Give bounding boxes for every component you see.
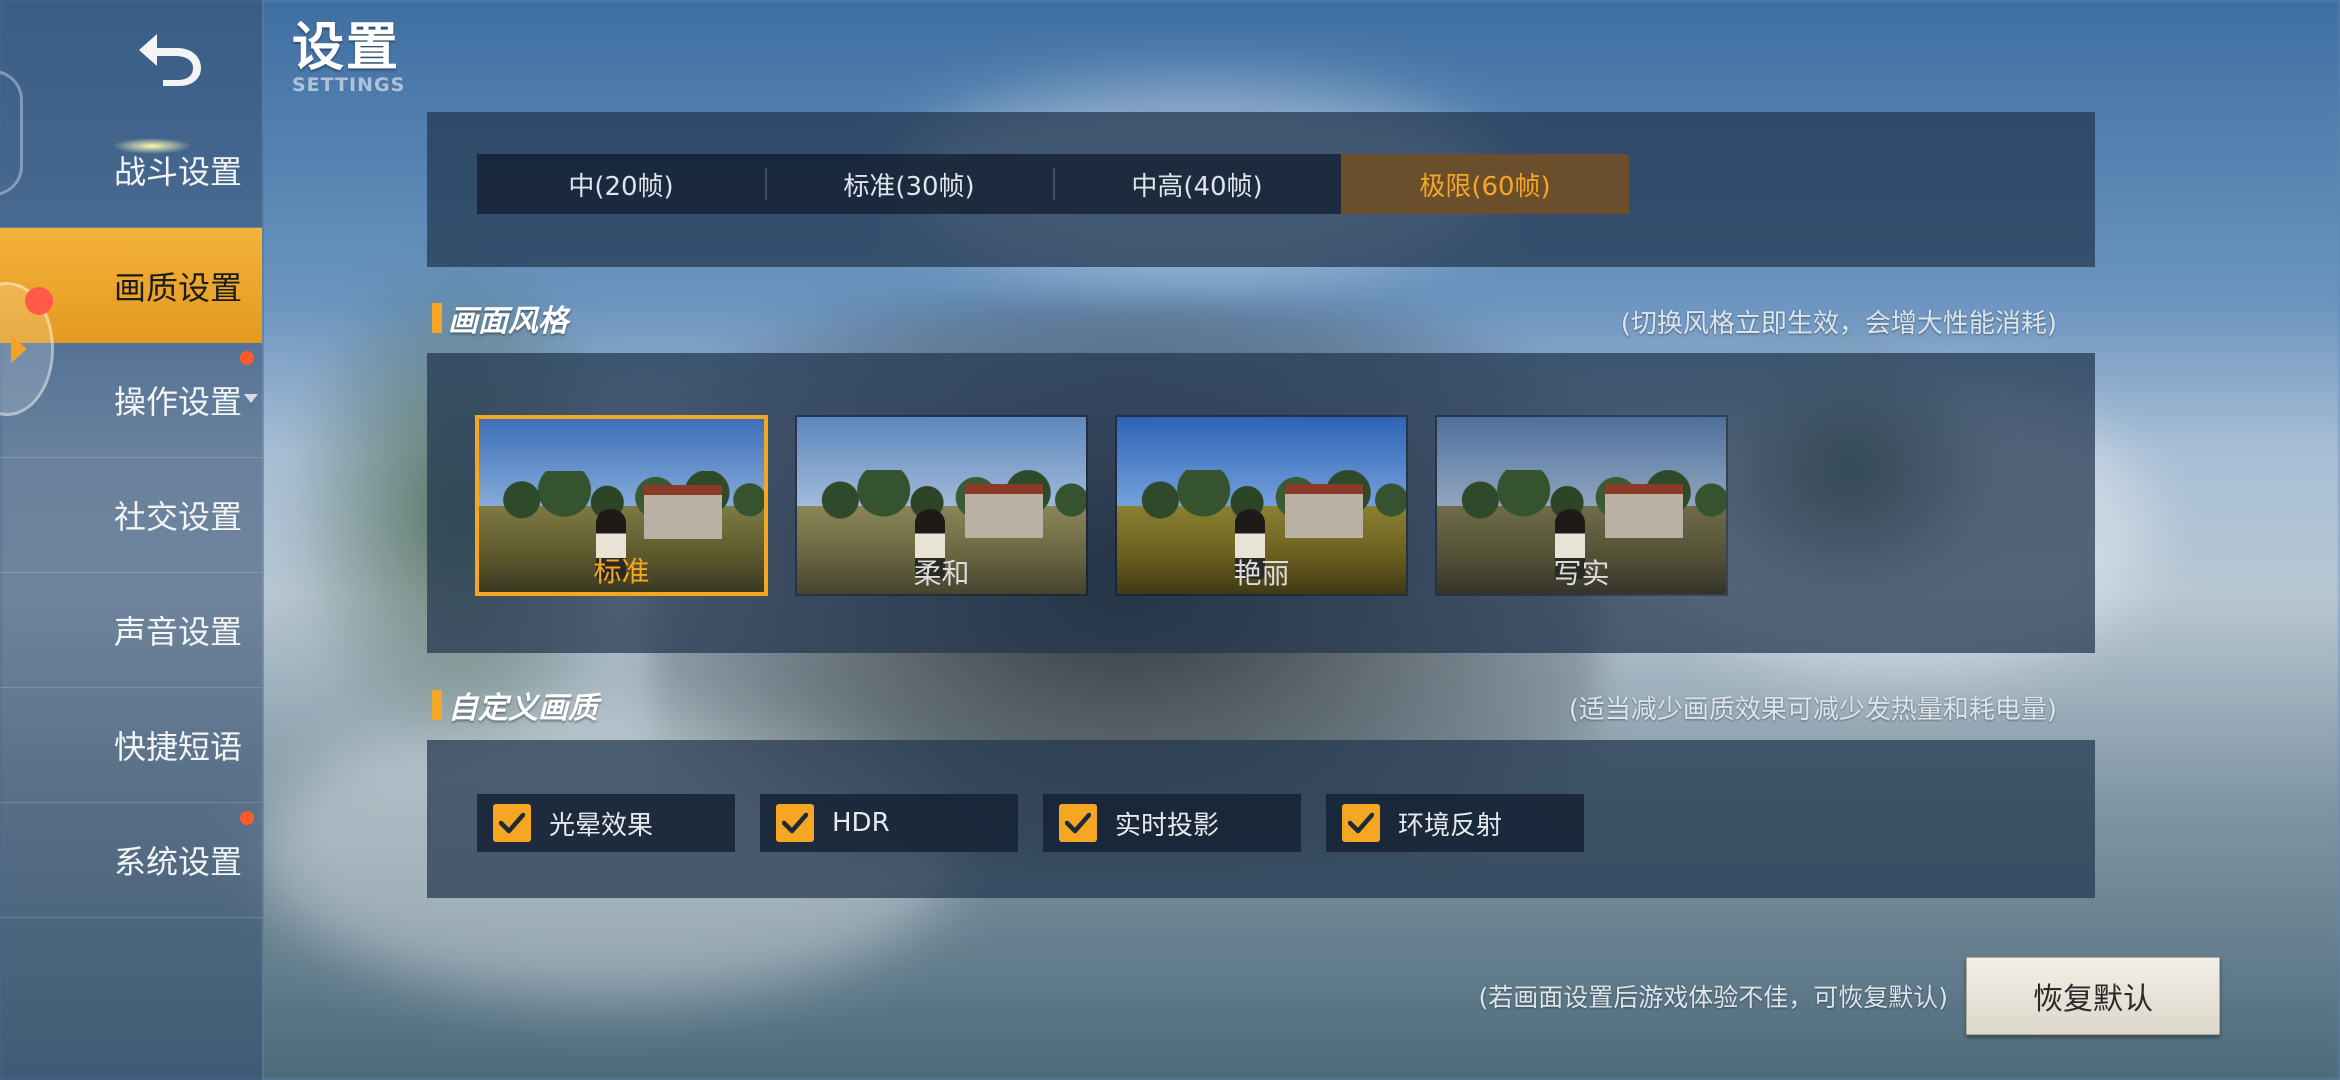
checkbox-checked-icon xyxy=(1059,804,1097,842)
checkbox-checked-icon xyxy=(1342,804,1380,842)
custom-quality-panel: 光晕效果 HDR 实时投影 环境反射 xyxy=(427,740,2095,898)
scene-house xyxy=(1604,484,1683,539)
custom-quality-options: 光晕效果 HDR 实时投影 环境反射 xyxy=(477,794,1609,852)
checkbox-realtime-shadows[interactable]: 实时投影 xyxy=(1043,794,1301,852)
section-title: 画面风格 xyxy=(448,304,568,339)
style-option-vivid[interactable]: 艳丽 xyxy=(1115,415,1408,596)
section-title: 自定义画质 xyxy=(448,691,598,726)
style-option-label: 标准 xyxy=(593,555,650,588)
sidebar-item-label: 画质设置 xyxy=(113,268,242,307)
checkbox-label: 实时投影 xyxy=(1115,810,1220,841)
settings-menu: 战斗设置 画质设置 操作设置 社交设置 声音设置 快捷短语 系统设置 xyxy=(0,113,262,918)
settings-sidebar: 战斗设置 画质设置 操作设置 社交设置 声音设置 快捷短语 系统设置 xyxy=(0,0,264,1080)
sidebar-item-quick-chat[interactable]: 快捷短语 xyxy=(0,688,262,803)
sidebar-item-label: 战斗设置 xyxy=(113,153,242,191)
sidebar-item-social[interactable]: 社交设置 xyxy=(0,458,262,573)
title-subtext: SETTINGS xyxy=(292,74,406,96)
notification-dot xyxy=(240,811,254,825)
notification-dot xyxy=(240,351,254,365)
style-option-realistic[interactable]: 写实 xyxy=(1435,415,1728,596)
back-arrow-icon xyxy=(139,34,201,86)
fps-option-20[interactable]: 中(20帧) xyxy=(477,154,765,214)
title-text: 设置 xyxy=(292,18,401,78)
notification-dot xyxy=(25,287,53,315)
fps-option-label: 极限(60帧) xyxy=(1419,171,1551,202)
frame-rate-tabs: 中(20帧) 标准(30帧) 中高(40帧) 极限(60帧) xyxy=(477,154,1629,214)
section-accent-bar xyxy=(432,690,442,720)
reset-button-label: 恢复默认 xyxy=(2033,982,2153,1017)
expand-arrow-icon xyxy=(11,335,27,363)
checkbox-bloom[interactable]: 光晕效果 xyxy=(477,794,735,852)
style-option-label: 艳丽 xyxy=(1233,557,1290,590)
sidebar-item-label: 声音设置 xyxy=(113,613,242,651)
fps-option-label: 中(20帧) xyxy=(568,171,674,202)
checkbox-checked-icon xyxy=(776,804,814,842)
reset-default-button[interactable]: 恢复默认 xyxy=(1966,957,2220,1035)
fps-option-60[interactable]: 极限(60帧) xyxy=(1341,154,1629,214)
style-option-standard[interactable]: 标准 xyxy=(475,415,768,596)
checkbox-label: 光晕效果 xyxy=(549,810,654,841)
frame-rate-panel: 中(20帧) 标准(30帧) 中高(40帧) 极限(60帧) xyxy=(427,112,2095,267)
fps-option-40[interactable]: 中高(40帧) xyxy=(1053,154,1341,214)
checkbox-label: HDR xyxy=(832,808,890,838)
sidebar-item-combat[interactable]: 战斗设置 xyxy=(0,113,262,228)
section-accent-bar xyxy=(432,303,442,333)
dropdown-caret-icon xyxy=(244,394,258,403)
style-option-soft[interactable]: 柔和 xyxy=(795,415,1088,596)
sidebar-item-label: 系统设置 xyxy=(113,843,242,881)
sidebar-item-label: 社交设置 xyxy=(113,498,242,536)
back-button[interactable] xyxy=(125,18,215,98)
fps-option-label: 标准(30帧) xyxy=(843,171,975,202)
fps-option-30[interactable]: 标准(30帧) xyxy=(765,154,1053,214)
scene-house xyxy=(964,484,1043,539)
style-option-label: 写实 xyxy=(1553,557,1610,590)
style-option-label: 柔和 xyxy=(913,557,970,590)
style-panel: 标准 柔和 艳丽 写实 xyxy=(427,353,2095,653)
style-section-header: 画面风格 xyxy=(432,296,568,340)
sidebar-item-system[interactable]: 系统设置 xyxy=(0,803,262,918)
scene-house xyxy=(1284,484,1363,539)
custom-section-header: 自定义画质 xyxy=(432,683,598,727)
checkbox-environment-reflection[interactable]: 环境反射 xyxy=(1326,794,1584,852)
scene-house xyxy=(644,484,723,539)
sidebar-item-label: 快捷短语 xyxy=(113,728,242,766)
fps-option-label: 中高(40帧) xyxy=(1131,171,1263,202)
sidebar-item-sound[interactable]: 声音设置 xyxy=(0,573,262,688)
checkbox-hdr[interactable]: HDR xyxy=(760,794,1018,852)
checkbox-checked-icon xyxy=(493,804,531,842)
sidebar-item-label: 操作设置 xyxy=(113,383,242,421)
style-options: 标准 柔和 艳丽 写实 xyxy=(475,415,1755,596)
checkbox-label: 环境反射 xyxy=(1398,810,1503,841)
reset-hint: (若画面设置后游戏体验不佳，可恢复默认) xyxy=(1478,983,1948,1012)
custom-section-note: (适当减少画质效果可减少发热量和耗电量) xyxy=(1568,695,2057,725)
style-section-note: (切换风格立即生效，会增大性能消耗) xyxy=(1620,309,2057,339)
page-title: 设置 SETTINGS xyxy=(292,20,405,96)
